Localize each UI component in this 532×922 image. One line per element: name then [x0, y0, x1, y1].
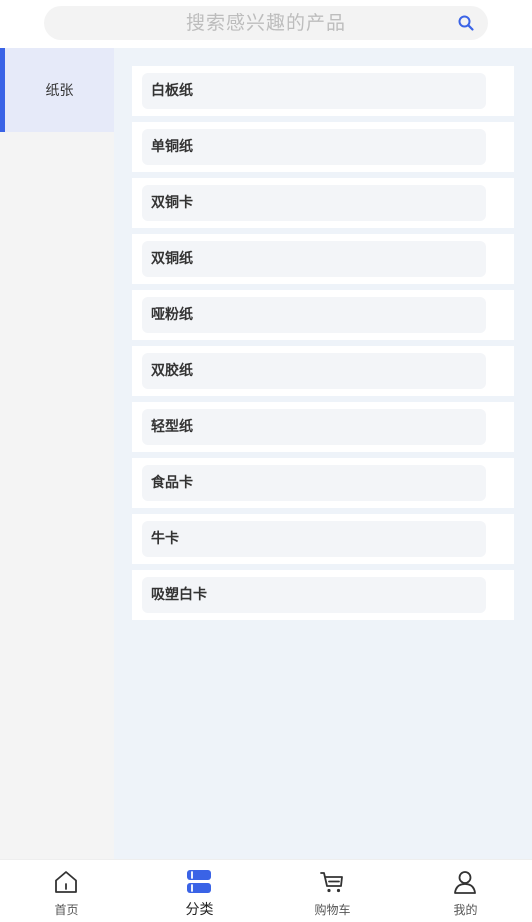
product-button[interactable]: 单铜纸 — [142, 129, 486, 165]
product-button[interactable]: 双铜卡 — [142, 185, 486, 221]
list-item[interactable]: 哑粉纸 — [132, 290, 514, 340]
product-button[interactable]: 牛卡 — [142, 521, 486, 557]
product-label: 双胶纸 — [151, 363, 193, 379]
product-label: 单铜纸 — [151, 139, 193, 155]
search-placeholder: 搜索感兴趣的产品 — [185, 12, 346, 34]
tab-category-label: 分类 — [185, 902, 214, 918]
product-label: 双铜纸 — [151, 251, 193, 267]
product-label: 白板纸 — [151, 83, 193, 99]
product-button[interactable]: 吸塑白卡 — [142, 577, 486, 613]
tab-category[interactable]: 分类 — [133, 860, 266, 922]
product-list: 白板纸 单铜纸 双铜卡 双铜纸 哑粉纸 双胶纸 轻型纸 食品卡 牛卡 吸塑白卡 — [114, 48, 532, 859]
product-label: 吸塑白卡 — [151, 587, 207, 603]
sidebar-item-paper[interactable]: 纸张 — [0, 48, 114, 132]
tab-home-label: 首页 — [54, 903, 79, 917]
category-icon — [187, 870, 211, 893]
tab-home[interactable]: 首页 — [0, 860, 133, 922]
user-icon — [454, 871, 476, 894]
list-item[interactable]: 双胶纸 — [132, 346, 514, 396]
list-item[interactable]: 轻型纸 — [132, 402, 514, 452]
product-button[interactable]: 双胶纸 — [142, 353, 486, 389]
home-icon — [55, 871, 77, 893]
tab-cart[interactable]: 购物车 — [266, 860, 399, 922]
list-item[interactable]: 吸塑白卡 — [132, 570, 514, 620]
search-input[interactable]: 搜索感兴趣的产品 — [44, 6, 488, 40]
list-item[interactable]: 牛卡 — [132, 514, 514, 564]
tab-profile[interactable]: 我的 — [399, 860, 532, 922]
product-label: 双铜卡 — [151, 195, 193, 211]
search-icon[interactable] — [457, 14, 475, 32]
product-button[interactable]: 轻型纸 — [142, 409, 486, 445]
tab-cart-label: 购物车 — [314, 903, 351, 917]
tab-profile-label: 我的 — [453, 903, 478, 917]
list-item[interactable]: 单铜纸 — [132, 122, 514, 172]
list-item[interactable]: 双铜纸 — [132, 234, 514, 284]
bottom-tab-bar: 首页 分类 购物车 我的 — [0, 859, 532, 922]
sidebar-item-label: 纸张 — [45, 83, 74, 99]
product-label: 哑粉纸 — [151, 307, 193, 323]
product-button[interactable]: 双铜纸 — [142, 241, 486, 277]
category-sidebar: 纸张 — [0, 48, 114, 859]
product-label: 牛卡 — [151, 531, 179, 547]
product-label: 轻型纸 — [151, 419, 193, 435]
list-item[interactable]: 食品卡 — [132, 458, 514, 508]
product-label: 食品卡 — [151, 475, 193, 491]
product-button[interactable]: 白板纸 — [142, 73, 486, 109]
search-bar: 搜索感兴趣的产品 — [0, 0, 532, 48]
product-button[interactable]: 食品卡 — [142, 465, 486, 501]
cart-icon — [320, 872, 343, 893]
list-item[interactable]: 白板纸 — [132, 66, 514, 116]
product-button[interactable]: 哑粉纸 — [142, 297, 486, 333]
list-item[interactable]: 双铜卡 — [132, 178, 514, 228]
